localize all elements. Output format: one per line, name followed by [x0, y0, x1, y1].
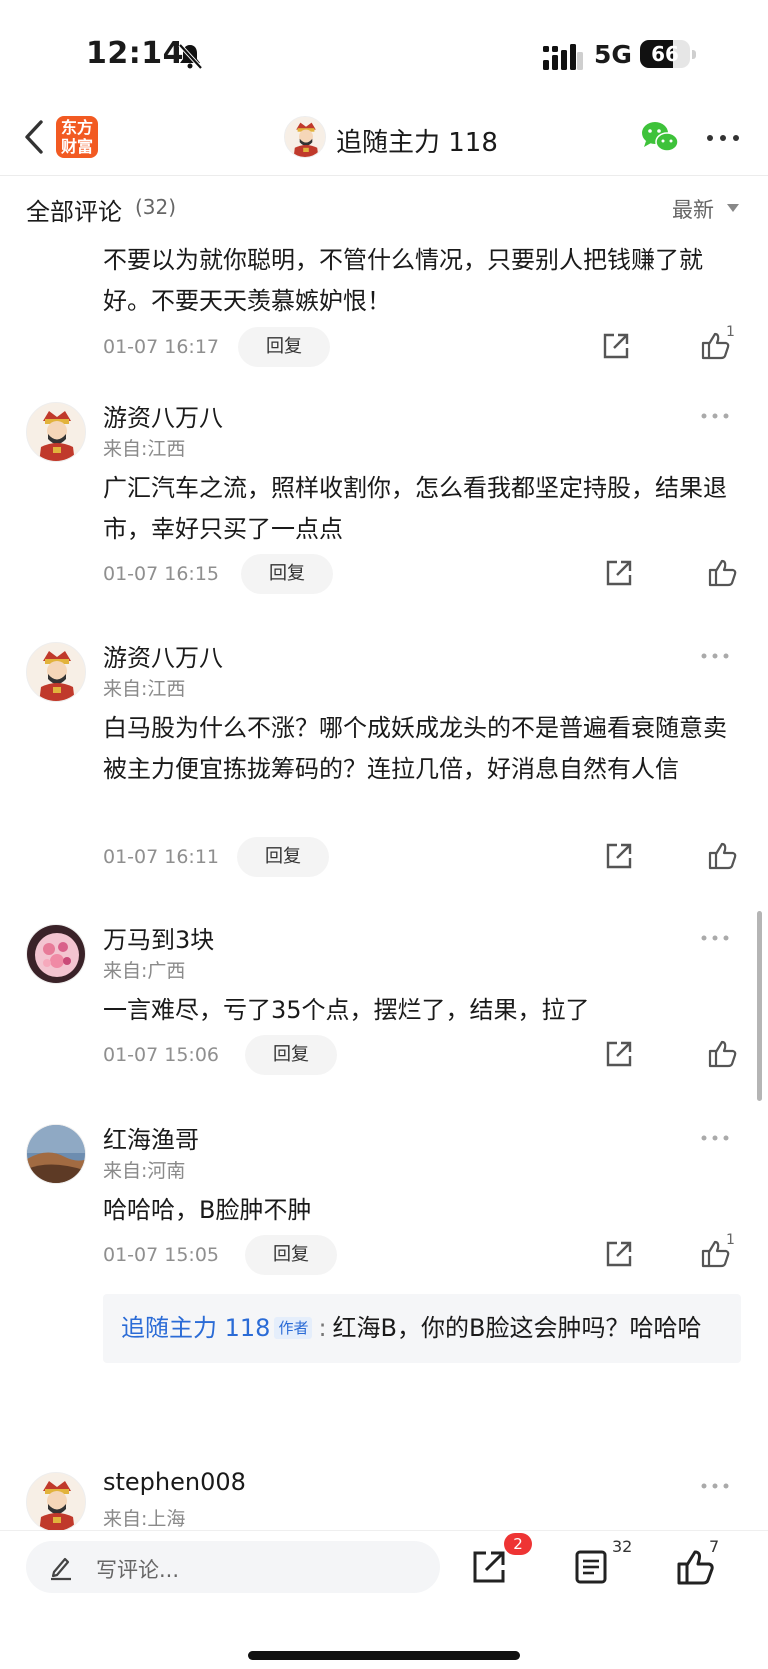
- desert-avatar-icon: [27, 1125, 85, 1183]
- comment-more-icon[interactable]: [700, 412, 730, 420]
- comment-list-icon[interactable]: [572, 1548, 610, 1586]
- reply-colon: :: [318, 1314, 327, 1342]
- thumbs-up-icon[interactable]: [707, 841, 737, 871]
- back-chevron-icon[interactable]: [22, 118, 46, 156]
- user-avatar[interactable]: [26, 642, 86, 702]
- bottom-toolbar: 写评论... 2 32 7: [0, 1530, 768, 1669]
- user-avatar[interactable]: [26, 1124, 86, 1184]
- author-badge: 作者: [274, 1317, 313, 1339]
- comment-count: 32: [612, 1537, 633, 1556]
- more-options-icon[interactable]: [706, 134, 740, 142]
- share-icon[interactable]: [604, 1039, 634, 1069]
- app-logo-line1: 东方: [60, 118, 93, 137]
- comment-time: 01-07 15:05: [103, 1244, 220, 1266]
- comment-input[interactable]: 写评论...: [26, 1541, 440, 1593]
- user-location: 来自:江西: [103, 438, 186, 460]
- user-location: 来自:江西: [103, 678, 186, 700]
- author-reply[interactable]: 追随主力 118 作者: 红海B，你的B脸这会肿吗？哈哈哈: [103, 1294, 741, 1363]
- share-icon[interactable]: [604, 1239, 634, 1269]
- comment-text: 白马股为什么不涨？哪个成妖成龙头的不是普遍看衰随意卖被主力便宜拣拢筹码的？连拉几…: [103, 714, 727, 783]
- cellular-signal-icon: [543, 44, 583, 70]
- share-icon[interactable]: [470, 1548, 508, 1586]
- battery-icon: 66: [640, 40, 690, 68]
- reply-button[interactable]: 回复: [238, 327, 330, 367]
- comments-count: (32): [135, 195, 177, 219]
- user-location: 来自:上海: [103, 1508, 186, 1530]
- status-time: 12:14: [86, 36, 184, 71]
- battery-cap: [692, 50, 696, 59]
- user-name[interactable]: 万马到3块: [103, 920, 214, 955]
- user-name[interactable]: 游资八万八: [103, 398, 223, 433]
- comment-list[interactable]: 不要以为就你聪明，不管什么情况，只要别人把钱赚了就好。不要天天羡慕嫉妒恨！ 01…: [0, 236, 768, 1530]
- comments-header: 全部评论 (32) 最新: [0, 178, 768, 236]
- comment-time: 01-07 16:15: [103, 563, 220, 585]
- comment-time: 01-07 16:17: [103, 336, 220, 358]
- caishen-avatar-icon: [27, 1473, 85, 1530]
- nav-bar: 东方 财富 追随主力 118: [0, 100, 768, 176]
- user-name[interactable]: stephen008: [103, 1468, 246, 1496]
- comment-placeholder: 写评论...: [96, 1558, 180, 1582]
- comments-title: 全部评论: [26, 198, 122, 226]
- bell-muted-icon: [178, 43, 203, 70]
- thumbs-up-icon[interactable]: [707, 1039, 737, 1069]
- home-indicator: [248, 1651, 520, 1660]
- app-logo[interactable]: 东方 财富: [56, 116, 98, 158]
- reply-button[interactable]: 回复: [245, 1035, 337, 1075]
- comment-time: 01-07 16:11: [103, 846, 220, 868]
- share-icon[interactable]: [601, 331, 631, 361]
- user-avatar[interactable]: [26, 924, 86, 984]
- user-name[interactable]: 游资八万八: [103, 638, 223, 673]
- author-avatar[interactable]: [284, 116, 326, 158]
- reply-author-name[interactable]: 追随主力 118: [121, 1314, 270, 1342]
- user-name[interactable]: 红海渔哥: [103, 1120, 199, 1155]
- sort-dropdown[interactable]: 最新: [672, 194, 714, 224]
- page-title: 追随主力 118: [336, 128, 498, 158]
- user-avatar[interactable]: [26, 402, 86, 462]
- like-count: 1: [726, 1232, 735, 1248]
- status-bar: 12:14 5G 66: [0, 0, 768, 100]
- caishen-avatar-icon: [285, 117, 325, 157]
- user-avatar[interactable]: [26, 1472, 86, 1530]
- comment-text: 哈哈哈，B脸肿不肿: [103, 1196, 312, 1224]
- share-icon[interactable]: [604, 841, 634, 871]
- comment-more-icon[interactable]: [700, 934, 730, 942]
- comment-time: 01-07 15:06: [103, 1044, 220, 1066]
- scrollbar[interactable]: [757, 911, 762, 1101]
- comment-more-icon[interactable]: [700, 1134, 730, 1142]
- reply-button[interactable]: 回复: [245, 1235, 337, 1275]
- wechat-share-icon[interactable]: [640, 120, 680, 154]
- comment-text: 不要以为就你聪明，不管什么情况，只要别人把钱赚了就好。不要天天羡慕嫉妒恨！: [103, 246, 703, 315]
- reply-button[interactable]: 回复: [241, 554, 333, 594]
- thumbs-up-icon[interactable]: [707, 558, 737, 588]
- comment-more-icon[interactable]: [700, 1482, 730, 1490]
- author-reply-text: 红海B，你的B脸这会肿吗？哈哈哈: [332, 1314, 702, 1342]
- caishen-avatar-icon: [27, 643, 85, 701]
- reply-button[interactable]: 回复: [237, 837, 329, 877]
- share-icon[interactable]: [604, 558, 634, 588]
- like-count: 7: [709, 1537, 720, 1556]
- comment-text: 一言难尽，亏了35个点，摆烂了，结果，拉了: [103, 996, 590, 1024]
- battery-percent: 66: [651, 42, 679, 66]
- user-location: 来自:广西: [103, 960, 186, 982]
- like-count: 1: [726, 324, 735, 340]
- network-type: 5G: [594, 40, 632, 69]
- caishen-avatar-icon: [27, 403, 85, 461]
- comment-more-icon[interactable]: [700, 652, 730, 660]
- flower-avatar-icon: [27, 925, 85, 983]
- share-count-badge: 2: [504, 1533, 532, 1555]
- caret-down-icon[interactable]: [727, 204, 739, 212]
- comment-text: 广汇汽车之流，照样收割你，怎么看我都坚定持股，结果退市，幸好只买了一点点: [103, 474, 727, 543]
- pencil-icon: [51, 1557, 71, 1581]
- app-logo-line2: 财富: [60, 137, 93, 156]
- user-location: 来自:河南: [103, 1160, 186, 1182]
